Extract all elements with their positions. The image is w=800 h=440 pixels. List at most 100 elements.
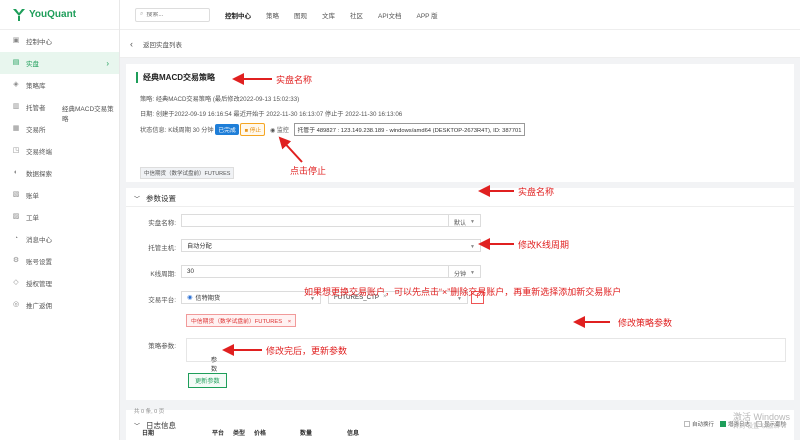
sidebar-item[interactable]: ▨ 工单 xyxy=(0,206,119,228)
platform-label: 交易平台: xyxy=(148,297,176,304)
chevron-down-icon: ▼ xyxy=(470,219,475,225)
bank-icon: ▦ xyxy=(12,125,20,132)
log-col-date: 日期 xyxy=(142,431,155,437)
nav-item[interactable]: APP 版 xyxy=(416,10,437,20)
log-card: ﹀ 日志信息 自动换行 增强日志 显示毫秒 xyxy=(126,410,794,440)
sidebar-item[interactable]: ◳ 交易终端 xyxy=(0,140,119,162)
divider xyxy=(126,206,794,207)
top-navbar: ⌕ 控制中心 策略 图观 文库 社区 API文档 APP 版 xyxy=(120,0,800,30)
sidebar-item-label: 账单 xyxy=(26,193,39,200)
annotation-kline: 修改K线周期 xyxy=(518,240,570,250)
gear-icon: ⚙ xyxy=(12,257,20,264)
platform-select[interactable]: ◉ 信特期货 ▼ xyxy=(181,291,321,304)
params-expand[interactable]: › 参数 xyxy=(199,347,217,373)
sidebar-item[interactable]: ▣ 控制中心 xyxy=(0,30,119,52)
log-col-info: 信息 xyxy=(347,431,360,437)
status-label: 状态信息: xyxy=(140,127,167,134)
exchange-tag: 中信期货（数学试盘前）FUTURES xyxy=(140,167,235,179)
windows-watermark: 激活 Windows 转到"设置"以激活 W xyxy=(733,412,790,432)
sidebar-item[interactable]: ◈ 策略库 xyxy=(0,74,119,96)
chevron-down-icon: ﹀ xyxy=(134,424,141,430)
search-box[interactable]: ⌕ xyxy=(135,7,210,22)
opt-wrap-label: 自动换行 xyxy=(691,422,714,428)
back-link[interactable]: 返回实盘列表 xyxy=(143,39,182,49)
logo[interactable]: YouQuant xyxy=(0,0,119,30)
strategy-icon: ◈ xyxy=(13,81,19,88)
kline-unit[interactable]: 分钟 xyxy=(454,269,466,278)
bill-icon: ▧ xyxy=(12,191,20,198)
params-section-header[interactable]: ﹀ 参数设置 xyxy=(134,193,176,204)
log-col-qty: 数量 xyxy=(300,431,313,437)
name-suffix[interactable]: 默认 xyxy=(454,218,466,227)
remove-exchange-icon[interactable]: × xyxy=(288,319,291,325)
sidebar-item[interactable]: ◐ 数据探索 xyxy=(0,162,119,184)
nav-item[interactable]: 策略 xyxy=(266,10,279,20)
back-bar[interactable]: ‹ 返回实盘列表 xyxy=(120,30,800,58)
kline-field[interactable]: 30 分钟 ▼ xyxy=(181,265,481,278)
sidebar-item-label: 数据探索 xyxy=(26,171,52,178)
annotation-name-title: 实盘名称 xyxy=(276,75,313,85)
main-content: ‹ 返回实盘列表 经典MACD交易策略 策略: 经典MACD交易策略 (最后修改… xyxy=(120,30,800,440)
nav-item[interactable]: 图观 xyxy=(294,10,307,20)
key-icon: ◇ xyxy=(13,279,19,286)
dashboard-icon: ▣ xyxy=(12,37,20,44)
sidebar-item[interactable]: ◎ 推广返佣 xyxy=(0,294,119,316)
annotation-update: 修改完后，更新参数 xyxy=(266,346,348,356)
chevron-down-icon: ▼ xyxy=(470,270,475,276)
opt-wrap[interactable]: 自动换行 xyxy=(683,420,714,428)
nav-item[interactable]: 社区 xyxy=(350,10,363,20)
strategy-title: 经典MACD交易策略 xyxy=(136,72,215,83)
nav-item[interactable]: 文库 xyxy=(322,10,335,20)
youquant-logo-icon xyxy=(13,8,25,21)
sidebar-item-label: 账号设置 xyxy=(26,259,52,266)
sidebar-item-label: 控制中心 xyxy=(26,39,52,46)
sidebar-flyout-strategy[interactable]: 经典MACD交易策略 xyxy=(62,103,119,123)
strategy-params-label: 策略参数: xyxy=(148,343,176,350)
log-count: 共 0 条, 0 页 xyxy=(134,409,165,415)
host-label: 托管主机: xyxy=(148,245,176,252)
logo-text: YouQuant xyxy=(29,9,77,20)
sidebar-item[interactable]: ▤ 实盘 › xyxy=(0,52,119,74)
strategy-info-card: 经典MACD交易策略 策略: 经典MACD交易策略 (最后修改2022-09-1… xyxy=(126,64,794,182)
sidebar-item-label: 交易所 xyxy=(26,127,46,134)
sidebar-item[interactable]: ◔ 消息中心 xyxy=(0,228,119,250)
sidebar-item[interactable]: ⚙ 账号设置 xyxy=(0,250,119,272)
platform-value: 信特期货 xyxy=(195,295,221,302)
top-nav: 控制中心 策略 图观 文库 社区 API文档 APP 版 xyxy=(225,10,453,20)
name-field[interactable]: 默认 ▼ xyxy=(181,214,481,227)
name-label: 实盘名称: xyxy=(148,220,176,227)
nav-item[interactable]: 控制中心 xyxy=(225,10,251,20)
chevron-left-icon[interactable]: ‹ xyxy=(130,39,133,49)
eye-icon: ◉ xyxy=(269,128,276,134)
share-icon: ◎ xyxy=(12,301,20,308)
log-col-price: 价格 xyxy=(254,431,267,437)
search-input[interactable] xyxy=(146,11,202,18)
annotation-exchange: 如果想更换交易账户，可以先点击“×”删除交易账户，再重新选择添加新交易账户 xyxy=(304,287,622,297)
kline-value: 30 xyxy=(187,268,194,275)
status-badge: 已完成 xyxy=(215,124,239,135)
sidebar: YouQuant ▣ 控制中心 ▤ 实盘 › ◈ 策略库 ▥ 托管者 ▦ 交易所 ◳ 交易终端 ◐ 数据探索… xyxy=(0,0,120,440)
database-icon: ◐ xyxy=(13,169,19,176)
stop-button[interactable]: ■ 停止 xyxy=(240,123,266,136)
host-select[interactable]: 自动分配 ▼ xyxy=(181,239,481,252)
terminal-icon: ◳ xyxy=(12,147,20,154)
sidebar-item[interactable]: ▧ 账单 xyxy=(0,184,119,206)
log-section-header[interactable]: ﹀ 日志信息 xyxy=(134,420,176,431)
checkbox[interactable] xyxy=(719,421,726,427)
exchange-chip-label: 中信期货（数学试盘前）FUTURES xyxy=(191,319,283,325)
nav-item[interactable]: API文档 xyxy=(378,10,401,20)
sidebar-item[interactable]: ◇ 授权管理 xyxy=(0,272,119,294)
watermark-line1: 激活 Windows xyxy=(732,412,790,422)
bell-icon: ◔ xyxy=(13,235,19,242)
log-col-platform: 平台 xyxy=(212,431,225,437)
chevron-down-icon: ▼ xyxy=(470,244,475,250)
monitor-toggle[interactable]: ◉ 监控 xyxy=(270,125,289,134)
sidebar-item-label: 推广返佣 xyxy=(26,303,52,310)
ticket-icon: ▨ xyxy=(12,213,20,220)
checkbox[interactable] xyxy=(683,421,690,427)
update-params-button[interactable]: 更新参数 xyxy=(188,373,227,388)
watermark-line2: 转到"设置"以激活 W xyxy=(732,424,787,430)
params-expand-label: 参数 xyxy=(211,357,218,373)
host-value: 自动分配 xyxy=(187,243,212,250)
sidebar-item-label: 策略库 xyxy=(26,83,46,90)
